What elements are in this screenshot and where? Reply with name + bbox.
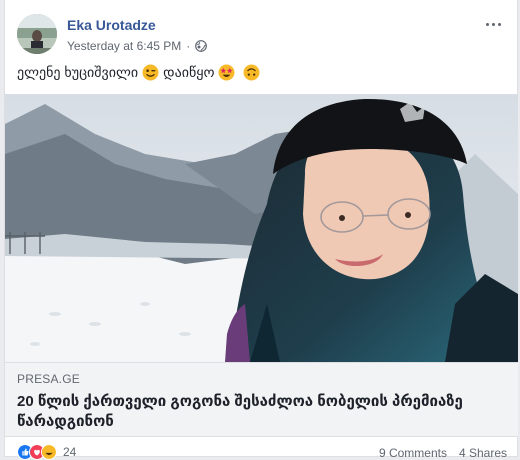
more-options-icon[interactable]: [481, 14, 505, 34]
post-text-part1: ელენე ხუციშვილი: [17, 64, 139, 80]
link-headline[interactable]: 20 წლის ქართველი გოგონა შესაძლოა ნობელის…: [17, 392, 506, 432]
wink-emoji-icon: [142, 64, 159, 81]
star-struck-emoji-icon: [218, 64, 235, 81]
post-card: Eka Urotadze Yesterday at 6:45 PM · ელენ…: [4, 0, 518, 460]
post-text-part2: დაიწყო: [163, 64, 215, 80]
post-timestamp[interactable]: Yesterday at 6:45 PM: [67, 39, 181, 53]
post-photo[interactable]: [5, 94, 518, 362]
globe-icon[interactable]: [195, 40, 208, 52]
author-name[interactable]: Eka Urotadze: [67, 17, 156, 33]
post-stats: 9 Comments 4 Shares: [379, 446, 507, 460]
link-source: PRESA.GE: [17, 372, 80, 386]
upside-down-face-emoji-icon: [243, 64, 260, 81]
avatar[interactable]: [17, 14, 57, 54]
link-preview[interactable]: PRESA.GE 20 წლის ქართველი გოგონა შესაძლო…: [5, 362, 518, 437]
meta-separator: ·: [186, 39, 191, 53]
reactions-summary[interactable]: 24: [17, 444, 76, 460]
comments-count[interactable]: 9 Comments: [379, 446, 447, 460]
post-footer: 24 9 Comments 4 Shares: [17, 444, 507, 460]
shares-count[interactable]: 4 Shares: [459, 446, 507, 460]
post-text: ელენე ხუციშვილი დაიწყო: [17, 64, 264, 81]
post-header: Eka Urotadze Yesterday at 6:45 PM ·: [17, 12, 507, 56]
post-meta: Yesterday at 6:45 PM ·: [67, 39, 208, 53]
haha-reaction-icon: [41, 444, 57, 460]
